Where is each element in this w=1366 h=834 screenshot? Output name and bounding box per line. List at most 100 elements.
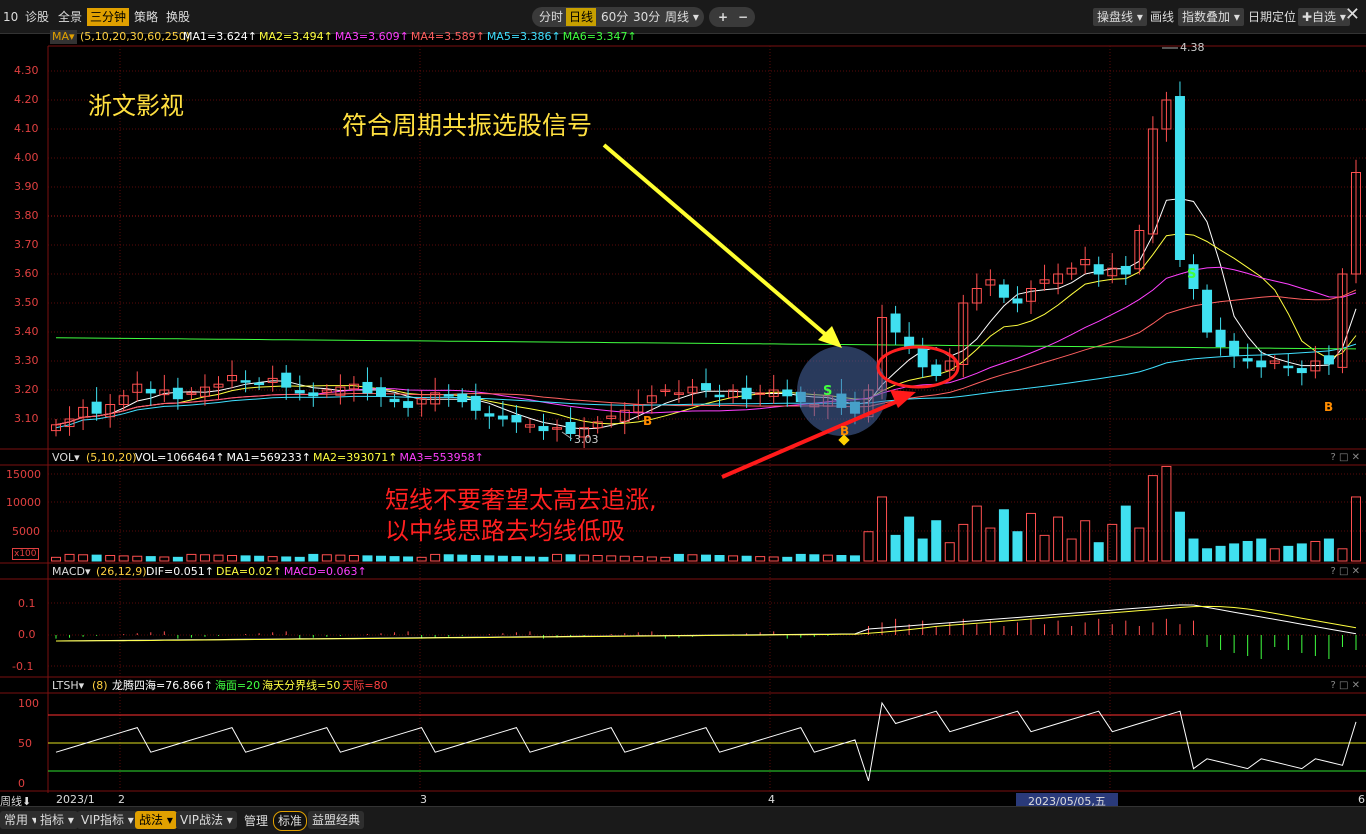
volume-bar (132, 555, 143, 562)
bottom-toolbar: 常用 ▾ 指标 ▾ VIP指标 ▾ 战法 ▾ VIP战法 ▾ 管理 标准 益盟经… (0, 806, 1366, 834)
candle-body (1323, 355, 1334, 365)
volume-bar (673, 553, 684, 562)
volume-bar (931, 520, 942, 562)
candle-body (497, 415, 508, 420)
vol_header-value-0: VOL=1066464↑ (135, 451, 225, 464)
candle-body (1283, 365, 1294, 369)
candle-body (917, 347, 928, 368)
volume-bar (619, 555, 630, 562)
ltsh-panel-controls[interactable]: ? □ ✕ (1331, 679, 1361, 693)
buy-signal-1: B (643, 414, 653, 428)
volume-bar (755, 556, 766, 562)
volume-bar (172, 556, 183, 562)
ma3-line (55, 266, 1357, 426)
annotation-advice-1: 短线不要奢望太高去追涨, (385, 486, 657, 514)
macd-axis-label: -0.1 (12, 660, 34, 673)
volume-bar (159, 556, 170, 562)
x-tick-jan: 2023/1 (56, 793, 95, 806)
volume-bar (1026, 512, 1036, 562)
volume-bar (1323, 538, 1334, 562)
volume-bar (240, 555, 251, 562)
high-price-label: 4.38 (1180, 41, 1205, 54)
volume-bar (660, 556, 671, 562)
vol-unit: x100 (12, 548, 39, 560)
volume-bar (1093, 542, 1104, 562)
price-axis-label: 4.00 (14, 151, 39, 164)
x-tick-feb: 2 (118, 793, 125, 806)
ltsh-params: (8) (92, 679, 108, 692)
volume-bar (376, 555, 386, 562)
volume-bar (403, 556, 414, 562)
candle-body (931, 364, 942, 376)
volume-bar (1147, 475, 1158, 562)
price-axis-label: 3.90 (14, 180, 39, 193)
macd_header-value-1: DEA=0.02↑ (215, 565, 282, 578)
volume-bar (1269, 548, 1280, 562)
ltsh-indicator-dropdown[interactable]: LTSH▾ (52, 679, 84, 693)
volume-bar (971, 505, 982, 562)
volume-bar (890, 534, 901, 562)
candle-body (457, 393, 468, 403)
price-axis-label: 3.30 (14, 354, 39, 367)
volume-bar (1053, 516, 1064, 562)
tab-indicators[interactable]: 指标 ▾ (36, 811, 78, 829)
sell-signal-1: S (823, 384, 833, 399)
volume-bar (1296, 543, 1307, 562)
candle-body (1120, 265, 1131, 275)
macd-panel-controls[interactable]: ? □ ✕ (1331, 565, 1361, 579)
volume-bar (470, 555, 481, 562)
price-axis-label: 3.10 (14, 412, 39, 425)
volume-bar (1202, 548, 1213, 562)
volume-bar (1215, 545, 1226, 562)
candle-body (376, 387, 386, 397)
ltsh_header-value-3: 天际=80 (342, 679, 388, 692)
candle-body (511, 415, 522, 423)
volume-bar (524, 556, 535, 562)
volume-bar (1066, 538, 1077, 562)
tab-yimeng-classic[interactable]: 益盟经典 (308, 811, 365, 829)
buy-signal-3: B (1324, 400, 1334, 414)
volume-bar (78, 554, 89, 562)
volume-bar (687, 554, 698, 562)
ltsh_header-value-2: 海天分界线=50 (262, 679, 341, 692)
volume-bar (430, 553, 441, 562)
candle-body (281, 372, 292, 388)
ltsh-values: 龙腾四海=76.866↑ 海面=20 海天分界线=50 天际=80 (112, 679, 390, 693)
volume-bar (416, 556, 427, 562)
manage-button[interactable]: 管理 (244, 812, 268, 830)
tab-vip-tactics[interactable]: VIP战法 ▾ (176, 811, 237, 829)
candle-body (403, 401, 414, 408)
vol_header-value-1: MA1=569233↑ (226, 451, 311, 464)
signal-circle (797, 346, 887, 436)
tab-standard[interactable]: 标准 (273, 811, 308, 831)
tab-vip-indicators[interactable]: VIP指标 ▾ (77, 811, 138, 829)
annotation-advice-2: 以中线思路去均线低吸 (385, 517, 625, 545)
volume-bar (1337, 548, 1348, 562)
candle-body (904, 336, 915, 348)
vol-header: VOL▾ (5,10,20) VOL=1066464↑ MA1=569233↑ MA… (0, 451, 1366, 465)
volume-bar (1039, 534, 1050, 562)
candle-body (701, 383, 711, 391)
candle-body (389, 398, 400, 403)
candle-body (1242, 358, 1253, 362)
vol-panel-controls[interactable]: ? □ ✕ (1331, 451, 1361, 465)
volume-bar (281, 556, 292, 562)
price-axis-label: 3.20 (14, 383, 39, 396)
yellow-arrow (602, 143, 834, 342)
price-axis-label: 4.10 (14, 122, 39, 135)
volume-bar (267, 556, 278, 562)
macd-indicator-dropdown[interactable]: MACD▾ (52, 565, 91, 579)
volume-bar (511, 556, 522, 562)
macd-values: DIF=0.051↑ DEA=0.02↑ MACD=0.063↑ (146, 565, 369, 579)
volume-bar (1174, 511, 1185, 562)
price-axis-label: 4.30 (14, 64, 39, 77)
volume-bar (1012, 531, 1023, 562)
volume-bar (186, 553, 197, 562)
ma6-line (55, 337, 1357, 350)
volume-bar (1134, 527, 1145, 562)
tab-tactics[interactable]: 战法 ▾ (135, 811, 177, 829)
volume-bar (863, 531, 874, 562)
vol-indicator-dropdown[interactable]: VOL▾ (52, 451, 80, 465)
sell-signal-2: S (1187, 267, 1197, 282)
volume-bar (484, 555, 495, 562)
